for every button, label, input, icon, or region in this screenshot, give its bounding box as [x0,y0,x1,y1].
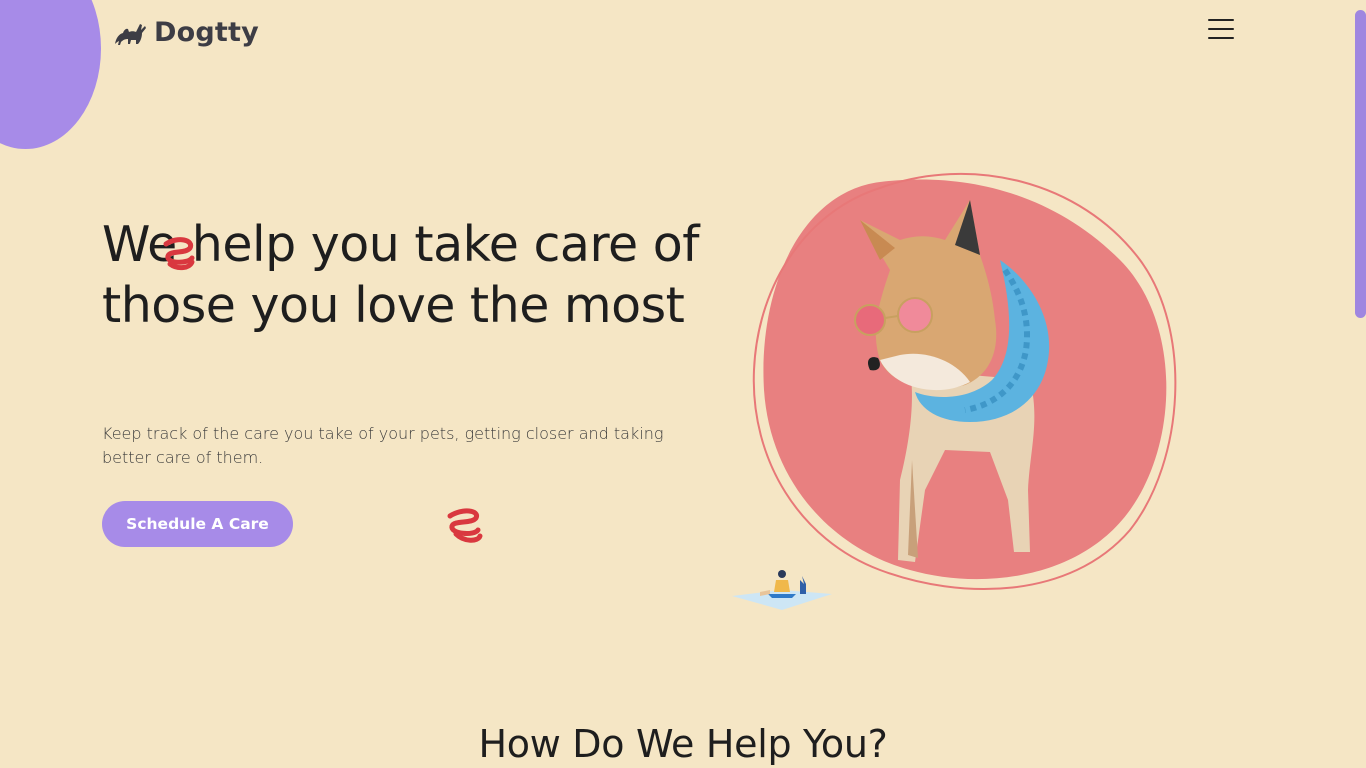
corner-decoration-blob [0,0,101,149]
brand-name: Dogtty [154,16,259,48]
scrollbar-thumb[interactable] [1355,10,1366,318]
hero-subtitle: Keep track of the care you take of your … [102,424,664,467]
site-header: Dogtty [112,14,259,50]
hamburger-menu-icon[interactable] [1208,19,1234,39]
yoga-person-illustration [732,570,832,610]
hero-dog-illustration [752,172,1177,591]
hero-title: We help you take care of those you love … [102,216,699,334]
logo-link[interactable]: Dogtty [112,16,259,48]
red-coil-icon [447,508,483,543]
dog-cat-silhouette-icon [115,24,146,45]
red-coil-icon [163,237,195,271]
section-title: How Do We Help You? [478,722,888,766]
schedule-care-button[interactable]: Schedule A Care [102,501,293,547]
